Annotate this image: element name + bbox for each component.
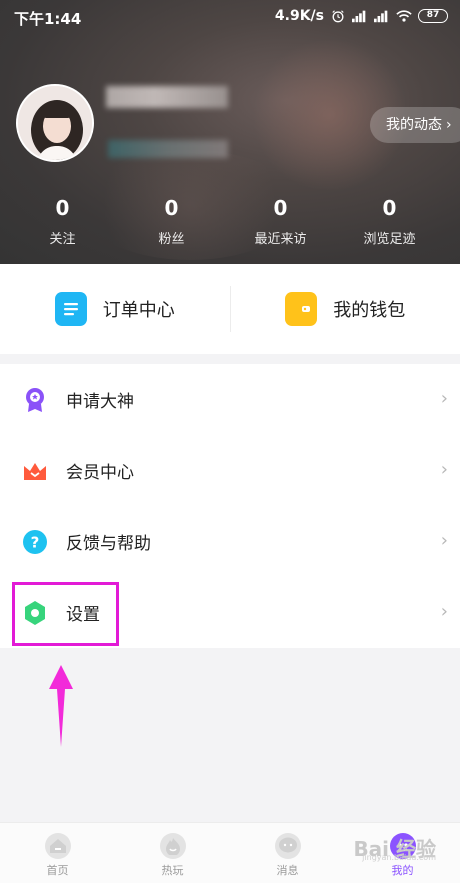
username-blurred bbox=[106, 86, 228, 108]
medal-icon bbox=[22, 387, 48, 413]
wallet-button[interactable]: 我的钱包 bbox=[231, 264, 460, 354]
tab-messages[interactable]: 消息 bbox=[230, 823, 345, 883]
tab-label: 消息 bbox=[276, 864, 299, 877]
wifi-icon bbox=[396, 10, 412, 22]
tab-label: 首页 bbox=[46, 864, 69, 877]
tab-label: 我的 bbox=[391, 864, 414, 877]
stat-browse-history[interactable]: 0 浏览足迹 bbox=[335, 196, 444, 247]
chevron-right-icon: › bbox=[440, 601, 448, 622]
avatar-image bbox=[18, 86, 92, 160]
tab-hot[interactable]: 热玩 bbox=[115, 823, 230, 883]
menu-item-feedback-help[interactable]: ? 反馈与帮助 › bbox=[0, 506, 460, 577]
my-dynamic-label: 我的动态 bbox=[386, 117, 442, 133]
menu-item-apply-master[interactable]: 申请大神 › bbox=[0, 364, 460, 435]
baidu-watermark: Bai 经验 jingyan.baidu.com bbox=[353, 833, 436, 862]
flame-icon bbox=[159, 833, 186, 859]
status-right: 4.9K/s 87 bbox=[275, 8, 448, 24]
quick-actions: 订单中心 我的钱包 bbox=[0, 264, 460, 354]
tab-label: 热玩 bbox=[161, 864, 184, 877]
stat-value: 0 bbox=[273, 196, 288, 220]
user-id-blurred bbox=[108, 140, 228, 158]
status-time: 下午1:44 bbox=[14, 10, 82, 28]
wallet-icon bbox=[285, 292, 318, 326]
stat-label: 关注 bbox=[49, 232, 76, 247]
battery-icon: 87 bbox=[418, 9, 448, 23]
my-dynamic-button[interactable]: 我的动态 › bbox=[370, 107, 460, 143]
alarm-icon bbox=[332, 10, 344, 23]
message-icon bbox=[274, 833, 301, 859]
stat-label: 浏览足迹 bbox=[363, 232, 416, 247]
help-icon: ? bbox=[22, 529, 48, 555]
stat-value: 0 bbox=[164, 196, 179, 220]
stat-label: 最近来访 bbox=[254, 232, 307, 247]
chevron-right-icon: › bbox=[440, 388, 448, 409]
crown-icon bbox=[22, 458, 48, 484]
signal-icon bbox=[352, 10, 366, 23]
stat-fans[interactable]: 0 粉丝 bbox=[117, 196, 226, 247]
wallet-label: 我的钱包 bbox=[333, 300, 406, 321]
stats-row: 0 关注 0 粉丝 0 最近来访 0 浏览足迹 bbox=[0, 196, 460, 247]
arrow-up-icon bbox=[49, 665, 73, 747]
menu-item-label: 会员中心 bbox=[66, 463, 134, 483]
stat-recent-visits[interactable]: 0 最近来访 bbox=[226, 196, 335, 247]
avatar[interactable] bbox=[16, 84, 94, 162]
status-bar: 下午1:44 4.9K/s 87 bbox=[0, 0, 460, 34]
chevron-right-icon: › bbox=[440, 530, 448, 551]
signal-icon-2 bbox=[374, 10, 388, 23]
order-center-label: 订单中心 bbox=[102, 300, 175, 321]
menu-item-label: 申请大神 bbox=[66, 392, 134, 412]
network-speed: 4.9K/s bbox=[274, 8, 324, 24]
home-icon bbox=[44, 833, 71, 859]
menu-item-label: 反馈与帮助 bbox=[66, 534, 151, 554]
order-icon bbox=[54, 292, 87, 326]
settings-highlight-box bbox=[12, 582, 119, 646]
profile-header: 下午1:44 4.9K/s 87 我的动态 › 0 关注 0 粉丝 0 最近来访… bbox=[0, 0, 460, 264]
stat-value: 0 bbox=[55, 196, 70, 220]
stat-value: 0 bbox=[382, 196, 397, 220]
svg-text:?: ? bbox=[31, 533, 40, 551]
stat-follow[interactable]: 0 关注 bbox=[8, 196, 117, 247]
order-center-button[interactable]: 订单中心 bbox=[0, 264, 230, 354]
chevron-right-icon: › bbox=[440, 459, 448, 480]
chevron-right-icon: › bbox=[446, 117, 452, 133]
stat-label: 粉丝 bbox=[158, 232, 185, 247]
watermark-sub: jingyan.baidu.com bbox=[362, 853, 436, 862]
tab-home[interactable]: 首页 bbox=[0, 823, 115, 883]
menu-item-vip-center[interactable]: 会员中心 › bbox=[0, 435, 460, 506]
